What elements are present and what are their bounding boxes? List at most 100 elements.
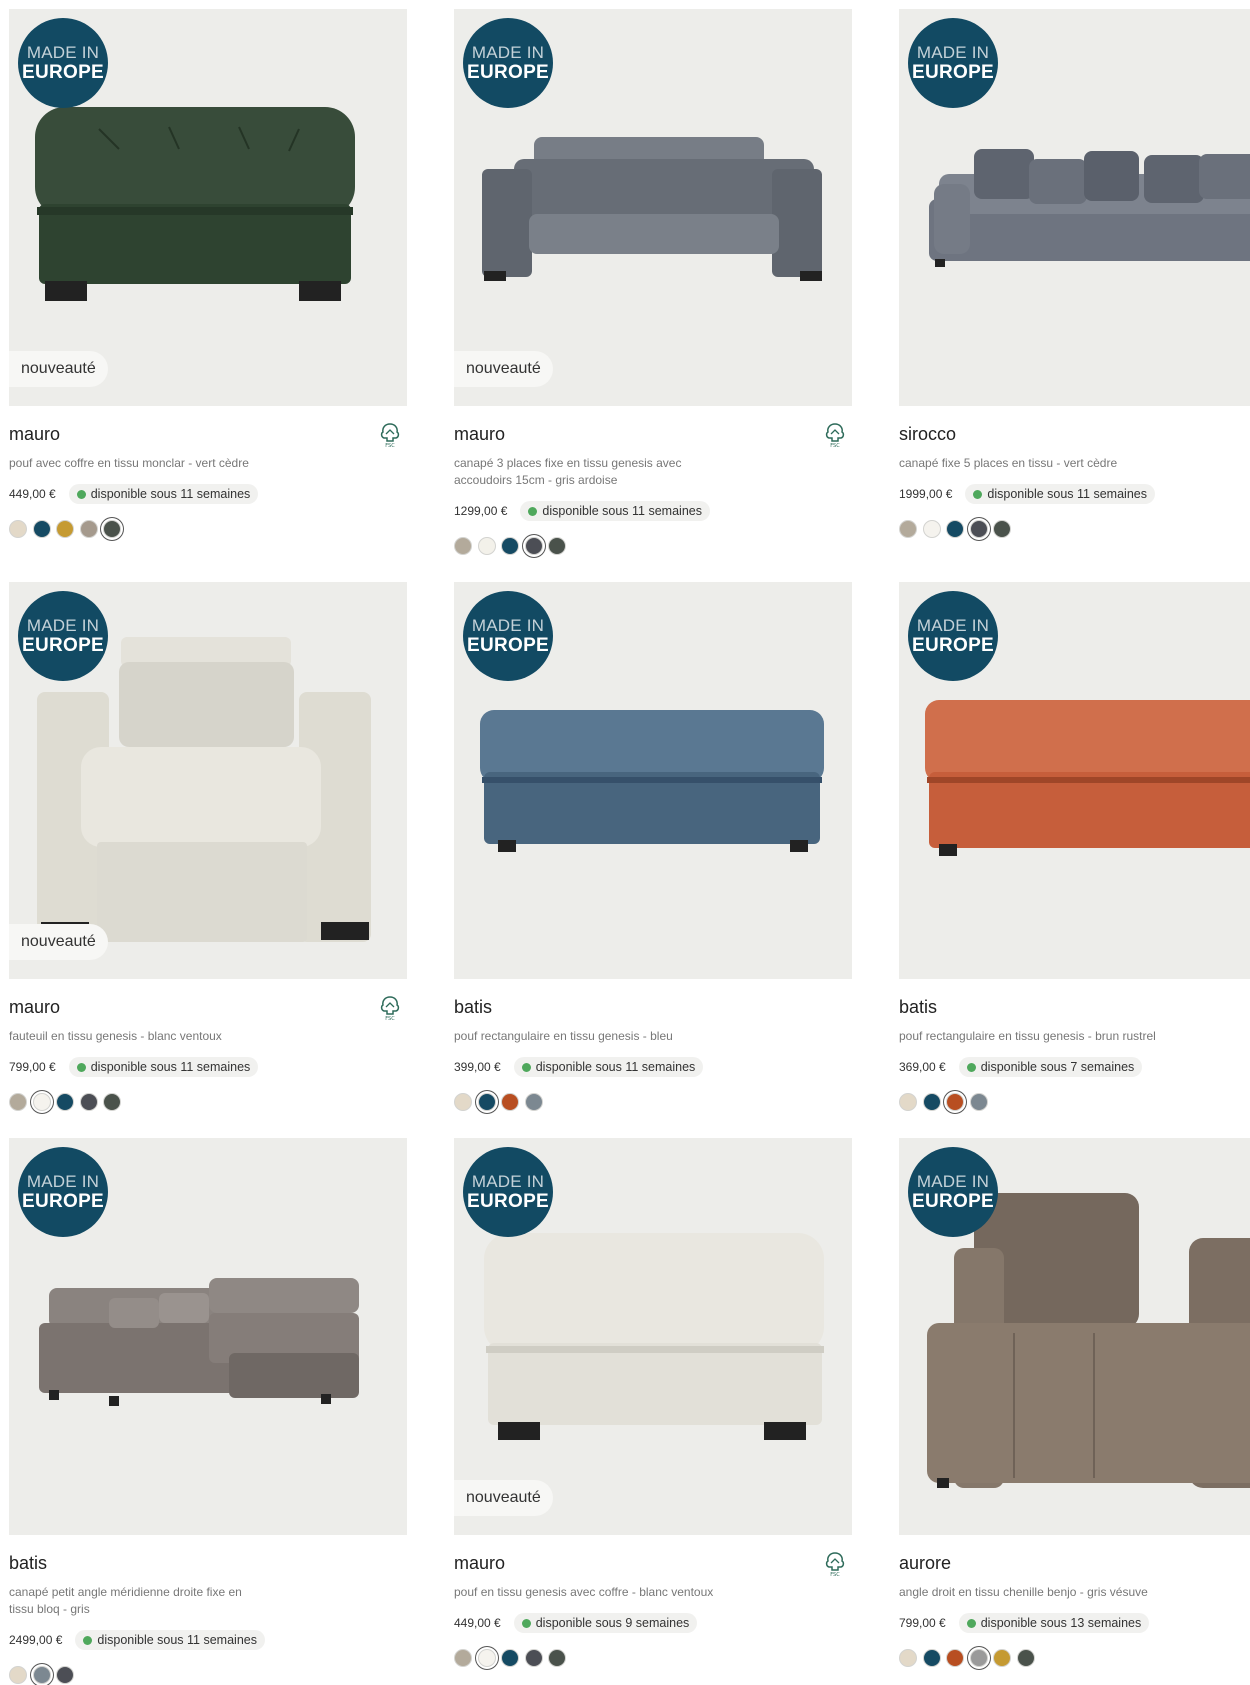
color-swatch[interactable] bbox=[103, 520, 121, 538]
color-swatch[interactable] bbox=[524, 1093, 543, 1111]
color-swatch[interactable] bbox=[501, 537, 519, 555]
color-swatch[interactable] bbox=[969, 520, 988, 538]
color-swatch[interactable] bbox=[1016, 1649, 1035, 1667]
made-in-label: MADE IN bbox=[26, 1172, 100, 1191]
color-swatch[interactable] bbox=[454, 1093, 472, 1111]
product-name[interactable]: batis bbox=[9, 1553, 407, 1575]
color-swatch[interactable] bbox=[946, 520, 964, 538]
availability-badge: disponible sous 9 semaines bbox=[513, 1613, 698, 1633]
color-swatch[interactable] bbox=[524, 537, 543, 555]
product-name[interactable]: mauro bbox=[9, 424, 407, 446]
product-description[interactable]: canapé petit angle méridienne droite fix… bbox=[9, 1584, 269, 1618]
availability-badge: disponible sous 11 semaines bbox=[68, 1057, 259, 1077]
availability-dot-icon bbox=[966, 1618, 976, 1628]
product-name[interactable]: batis bbox=[454, 997, 852, 1019]
color-swatch[interactable] bbox=[454, 1649, 472, 1667]
color-swatch[interactable] bbox=[477, 1093, 496, 1111]
product-card[interactable]: MADE IN EUROPE nouveauté mauro FSC canap… bbox=[454, 9, 852, 555]
availability-text: disponible sous 13 semaines bbox=[980, 1616, 1142, 1630]
fsc-certified-icon: FSC bbox=[380, 996, 400, 1021]
color-swatch[interactable] bbox=[969, 1093, 988, 1111]
product-description[interactable]: fauteuil en tissu genesis - blanc ventou… bbox=[9, 1028, 269, 1045]
product-card[interactable]: MADE IN EUROPE sirocco canapé fixe 5 pla… bbox=[899, 9, 1250, 538]
product-card[interactable]: MADE IN EUROPE aurore angle droit en tis… bbox=[899, 1138, 1250, 1667]
product-image[interactable]: MADE IN EUROPE nouveauté bbox=[9, 582, 407, 979]
color-swatch[interactable] bbox=[454, 537, 472, 555]
product-description[interactable]: canapé 3 places fixe en tissu genesis av… bbox=[454, 455, 714, 489]
new-badge: nouveauté bbox=[9, 924, 108, 960]
color-swatch[interactable] bbox=[922, 1093, 941, 1111]
color-swatch[interactable] bbox=[56, 520, 74, 538]
product-name[interactable]: aurore bbox=[899, 1553, 1250, 1575]
made-in-europe-badge: MADE IN EUROPE bbox=[18, 18, 108, 108]
product-name[interactable]: mauro bbox=[9, 997, 407, 1019]
product-name[interactable]: mauro bbox=[454, 1553, 852, 1575]
color-swatch[interactable] bbox=[922, 1649, 941, 1667]
color-swatch[interactable] bbox=[899, 1093, 917, 1111]
product-card[interactable]: MADE IN EUROPE batis canapé petit angle … bbox=[9, 1138, 407, 1684]
color-swatch[interactable] bbox=[501, 1093, 519, 1111]
product-image[interactable]: MADE IN EUROPE bbox=[899, 1138, 1250, 1535]
made-in-label: MADE IN bbox=[471, 1172, 545, 1191]
color-swatch[interactable] bbox=[477, 1649, 496, 1667]
color-swatch[interactable] bbox=[899, 520, 917, 538]
availability-text: disponible sous 11 semaines bbox=[542, 504, 702, 518]
color-swatch[interactable] bbox=[32, 1093, 51, 1111]
color-swatch[interactable] bbox=[501, 1649, 519, 1667]
made-in-europe-badge: MADE IN EUROPE bbox=[463, 18, 553, 108]
color-swatch[interactable] bbox=[548, 1649, 566, 1667]
color-swatch[interactable] bbox=[32, 520, 51, 538]
product-name[interactable]: sirocco bbox=[899, 424, 1250, 446]
fsc-certified-icon: FSC bbox=[825, 423, 845, 448]
europe-label: EUROPE bbox=[21, 635, 105, 656]
product-image[interactable]: MADE IN EUROPE bbox=[899, 582, 1250, 979]
color-swatch[interactable] bbox=[477, 537, 496, 555]
product-description[interactable]: pouf en tissu genesis avec coffre - blan… bbox=[454, 1584, 714, 1601]
product-image[interactable]: MADE IN EUROPE bbox=[899, 9, 1250, 406]
product-name[interactable]: mauro bbox=[454, 424, 852, 446]
color-swatch[interactable] bbox=[969, 1649, 988, 1667]
color-swatch[interactable] bbox=[79, 520, 98, 538]
europe-label: EUROPE bbox=[466, 1191, 550, 1212]
product-image[interactable]: MADE IN EUROPE nouveauté bbox=[9, 9, 407, 406]
color-swatch[interactable] bbox=[32, 1666, 51, 1684]
made-in-label: MADE IN bbox=[471, 616, 545, 635]
svg-text:FSC: FSC bbox=[385, 443, 395, 448]
color-swatch[interactable] bbox=[993, 1649, 1011, 1667]
color-swatch[interactable] bbox=[993, 520, 1011, 538]
availability-text: disponible sous 11 semaines bbox=[987, 487, 1147, 501]
color-swatch[interactable] bbox=[946, 1093, 964, 1111]
made-in-label: MADE IN bbox=[916, 43, 990, 62]
product-image[interactable]: MADE IN EUROPE nouveauté bbox=[454, 9, 852, 406]
europe-label: EUROPE bbox=[21, 62, 105, 83]
product-description[interactable]: pouf rectangulaire en tissu genesis - br… bbox=[899, 1028, 1159, 1045]
product-description[interactable]: canapé fixe 5 places en tissu - vert cèd… bbox=[899, 455, 1159, 472]
product-description[interactable]: pouf rectangulaire en tissu genesis - bl… bbox=[454, 1028, 714, 1045]
color-swatch[interactable] bbox=[922, 520, 941, 538]
product-image[interactable]: MADE IN EUROPE nouveauté bbox=[454, 1138, 852, 1535]
color-swatch[interactable] bbox=[79, 1093, 98, 1111]
product-card[interactable]: MADE IN EUROPE batis pouf rectangulaire … bbox=[899, 582, 1250, 1111]
color-swatch[interactable] bbox=[9, 1093, 27, 1111]
made-in-label: MADE IN bbox=[26, 43, 100, 62]
color-swatch[interactable] bbox=[946, 1649, 964, 1667]
color-swatch[interactable] bbox=[548, 537, 566, 555]
product-card[interactable]: MADE IN EUROPE nouveauté mauro FSC pouf … bbox=[9, 9, 407, 538]
product-card[interactable]: MADE IN EUROPE batis pouf rectangulaire … bbox=[454, 582, 852, 1111]
color-swatch[interactable] bbox=[103, 1093, 121, 1111]
product-name[interactable]: batis bbox=[899, 997, 1250, 1019]
color-swatch[interactable] bbox=[899, 1649, 917, 1667]
product-price: 799,00 € bbox=[9, 1060, 56, 1074]
color-swatch[interactable] bbox=[56, 1666, 74, 1684]
product-image[interactable]: MADE IN EUROPE bbox=[454, 582, 852, 979]
color-swatch[interactable] bbox=[9, 1666, 27, 1684]
availability-dot-icon bbox=[973, 489, 983, 499]
product-card[interactable]: MADE IN EUROPE nouveauté mauro FSC pouf … bbox=[454, 1138, 852, 1667]
product-image[interactable]: MADE IN EUROPE bbox=[9, 1138, 407, 1535]
product-description[interactable]: angle droit en tissu chenille benjo - gr… bbox=[899, 1584, 1159, 1601]
color-swatch[interactable] bbox=[9, 520, 27, 538]
product-card[interactable]: MADE IN EUROPE nouveauté mauro FSC faute… bbox=[9, 582, 407, 1111]
product-description[interactable]: pouf avec coffre en tissu monclar - vert… bbox=[9, 455, 269, 472]
color-swatch[interactable] bbox=[56, 1093, 74, 1111]
color-swatch[interactable] bbox=[524, 1649, 543, 1667]
